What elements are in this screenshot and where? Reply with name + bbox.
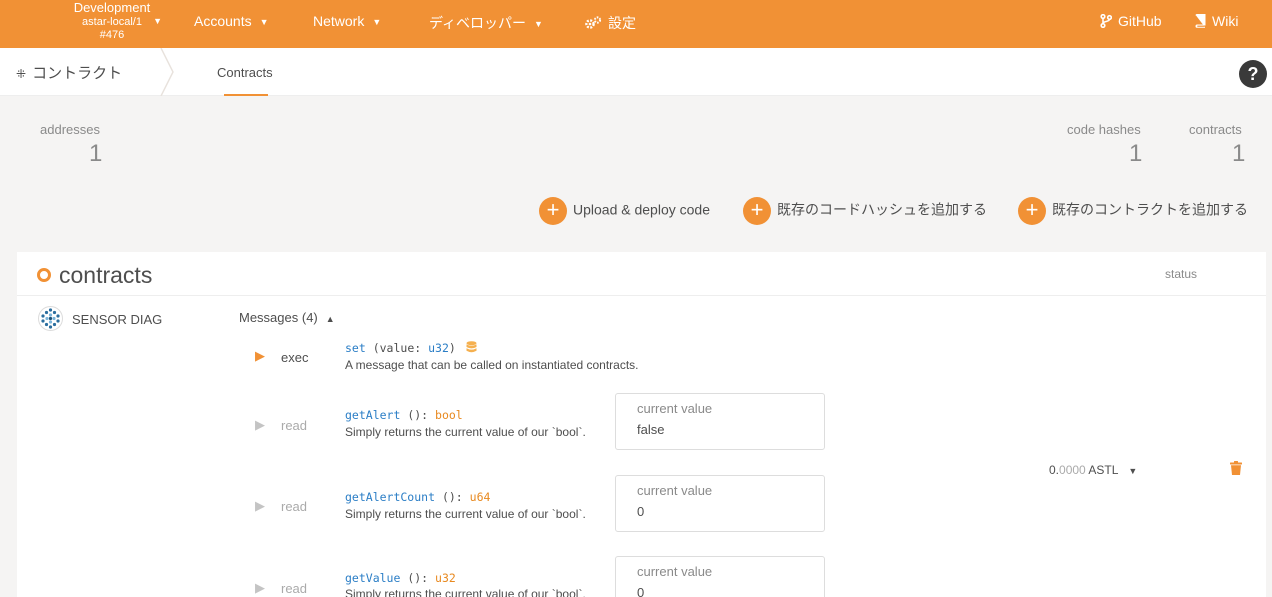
current-value-label: current value — [637, 483, 713, 498]
message-description: Simply returns the current value of our … — [345, 587, 586, 597]
section-title[interactable]: ⁜ コントラクト — [16, 62, 122, 83]
book-icon — [1195, 14, 1206, 28]
chain-name: Development — [73, 0, 151, 15]
nav-accounts[interactable]: Accounts ▼ — [194, 13, 269, 29]
chain-selector[interactable]: Development astar-local/1 #476 ▼ — [62, 0, 162, 41]
upload-deploy-button[interactable]: + Upload & deploy code — [539, 197, 710, 225]
message-signature: getValue (): u32 — [345, 571, 456, 585]
nav-settings[interactable]: 設定 — [585, 13, 636, 33]
sub-header: ⁜ コントラクト Contracts — [0, 48, 1272, 96]
circle-icon — [37, 268, 51, 282]
compress-icon: ⁜ — [16, 67, 26, 81]
message-kind: read — [281, 418, 308, 433]
message-signature: getAlertCount (): u64 — [345, 490, 491, 504]
chevron-up-icon: ▲ — [325, 314, 335, 324]
plus-icon: + — [539, 197, 567, 225]
chevron-down-icon: ▼ — [153, 16, 162, 26]
current-value-box: current value false — [615, 393, 825, 450]
wiki-link[interactable]: Wiki — [1195, 13, 1238, 29]
current-value-label: current value — [637, 564, 713, 579]
message-description: Simply returns the current value of our … — [345, 425, 586, 439]
breadcrumb-separator — [160, 48, 174, 96]
database-icon — [466, 341, 477, 353]
read-button[interactable]: ▶ — [255, 417, 265, 433]
code-hashes-value: 1 — [1129, 140, 1143, 167]
message-kind: exec — [281, 350, 309, 365]
status-header: status — [1165, 267, 1198, 281]
help-button[interactable]: ? — [1239, 60, 1267, 88]
addresses-value: 1 — [89, 140, 103, 167]
table-title: contracts — [37, 262, 152, 289]
contract-avatar-icon — [38, 306, 63, 331]
current-value-box: current value 0 — [615, 475, 825, 532]
message-signature: set (value: u32) — [345, 341, 477, 355]
read-button[interactable]: ▶ — [255, 498, 265, 514]
current-value: 0 — [637, 585, 645, 597]
read-button[interactable]: ▶ — [255, 580, 265, 596]
messages-toggle[interactable]: Messages (4) ▲ — [239, 310, 335, 325]
contracts-value: 1 — [1232, 140, 1246, 167]
current-value: 0 — [637, 504, 645, 519]
current-value-box: current value 0 — [615, 556, 825, 597]
add-code-hash-button[interactable]: + 既存のコードハッシュを追加する — [743, 197, 987, 225]
contracts-table: contracts status SENSOR DIAG Messages (4… — [17, 252, 1266, 597]
contract-name[interactable]: SENSOR DIAG — [72, 312, 162, 327]
message-kind: read — [281, 581, 308, 596]
contracts-label: contracts — [1189, 122, 1242, 137]
current-value: false — [637, 422, 665, 437]
chain-network: astar-local/1 — [82, 15, 142, 28]
top-nav-bar: Development astar-local/1 #476 ▼ Account… — [0, 0, 1272, 48]
message-description: Simply returns the current value of our … — [345, 507, 586, 521]
github-link[interactable]: GitHub — [1100, 13, 1162, 29]
tab-contracts[interactable]: Contracts — [217, 65, 273, 80]
block-number: #476 — [99, 28, 125, 41]
current-value-label: current value — [637, 401, 713, 416]
addresses-label: addresses — [40, 122, 100, 137]
code-branch-icon — [1100, 13, 1113, 29]
active-tab-indicator — [224, 94, 268, 96]
plus-icon: + — [1018, 197, 1046, 225]
chevron-down-icon: ▼ — [534, 19, 543, 29]
message-signature: getAlert (): bool — [345, 408, 463, 422]
exec-button[interactable]: ▶ — [255, 348, 265, 364]
code-hashes-label: code hashes — [1067, 122, 1141, 137]
chevron-down-icon: ▼ — [372, 17, 382, 27]
contract-balance[interactable]: 0.0000 ASTL ▼ — [1049, 463, 1137, 477]
table-header: contracts status — [17, 252, 1266, 296]
trash-icon[interactable] — [1230, 461, 1242, 475]
gears-icon — [585, 16, 602, 29]
nav-developer[interactable]: ディベロッパー ▼ — [429, 13, 543, 33]
plus-icon: + — [743, 197, 771, 225]
add-contract-button[interactable]: + 既存のコントラクトを追加する — [1018, 197, 1248, 225]
nav-network[interactable]: Network ▼ — [313, 13, 381, 29]
chevron-down-icon: ▼ — [1128, 466, 1138, 476]
message-description: A message that can be called on instanti… — [345, 358, 639, 372]
message-kind: read — [281, 499, 308, 514]
chevron-down-icon: ▼ — [259, 17, 269, 27]
